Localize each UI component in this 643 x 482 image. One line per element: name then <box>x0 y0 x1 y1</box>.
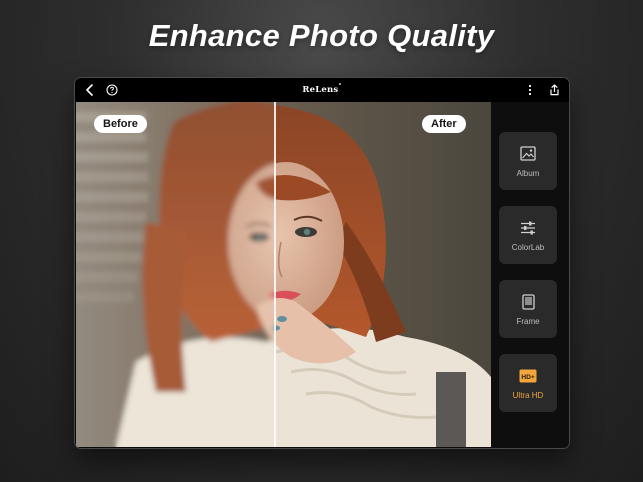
brand-logo: ReLens° <box>75 83 569 95</box>
tool-label: Album <box>516 168 540 178</box>
brand-name: ReLens <box>302 84 339 95</box>
tool-ultra-hd-button[interactable]: HD+ Ultra HD <box>499 354 557 412</box>
tool-panel: Album ColorLab Frame HD+ Ultra HD <box>491 102 569 448</box>
frame-icon <box>519 293 537 311</box>
before-label: Before <box>94 115 147 133</box>
hd-plus-badge: HD+ <box>521 373 535 380</box>
sliders-icon <box>519 219 537 237</box>
tool-label: Ultra HD <box>512 390 544 400</box>
top-bar: ReLens° <box>75 78 569 102</box>
more-vertical-icon[interactable] <box>525 82 535 98</box>
tool-label: Frame <box>516 316 540 326</box>
hd-plus-icon: HD+ <box>519 367 537 385</box>
share-icon[interactable] <box>547 82 561 98</box>
after-label: After <box>422 115 466 133</box>
tool-album-button[interactable]: Album <box>499 132 557 190</box>
portrait-image <box>76 102 491 447</box>
photo-comparison[interactable]: Before After <box>76 102 491 447</box>
headline: Enhance Photo Quality <box>148 18 495 53</box>
brand-mark: ° <box>338 83 342 90</box>
comparison-divider[interactable] <box>274 102 276 447</box>
tool-label: ColorLab <box>511 242 545 252</box>
app-window: ReLens° Before After Album ColorLab Fram… <box>75 78 569 448</box>
image-icon <box>519 145 537 163</box>
tool-colorlab-button[interactable]: ColorLab <box>499 206 557 264</box>
tool-frame-button[interactable]: Frame <box>499 280 557 338</box>
